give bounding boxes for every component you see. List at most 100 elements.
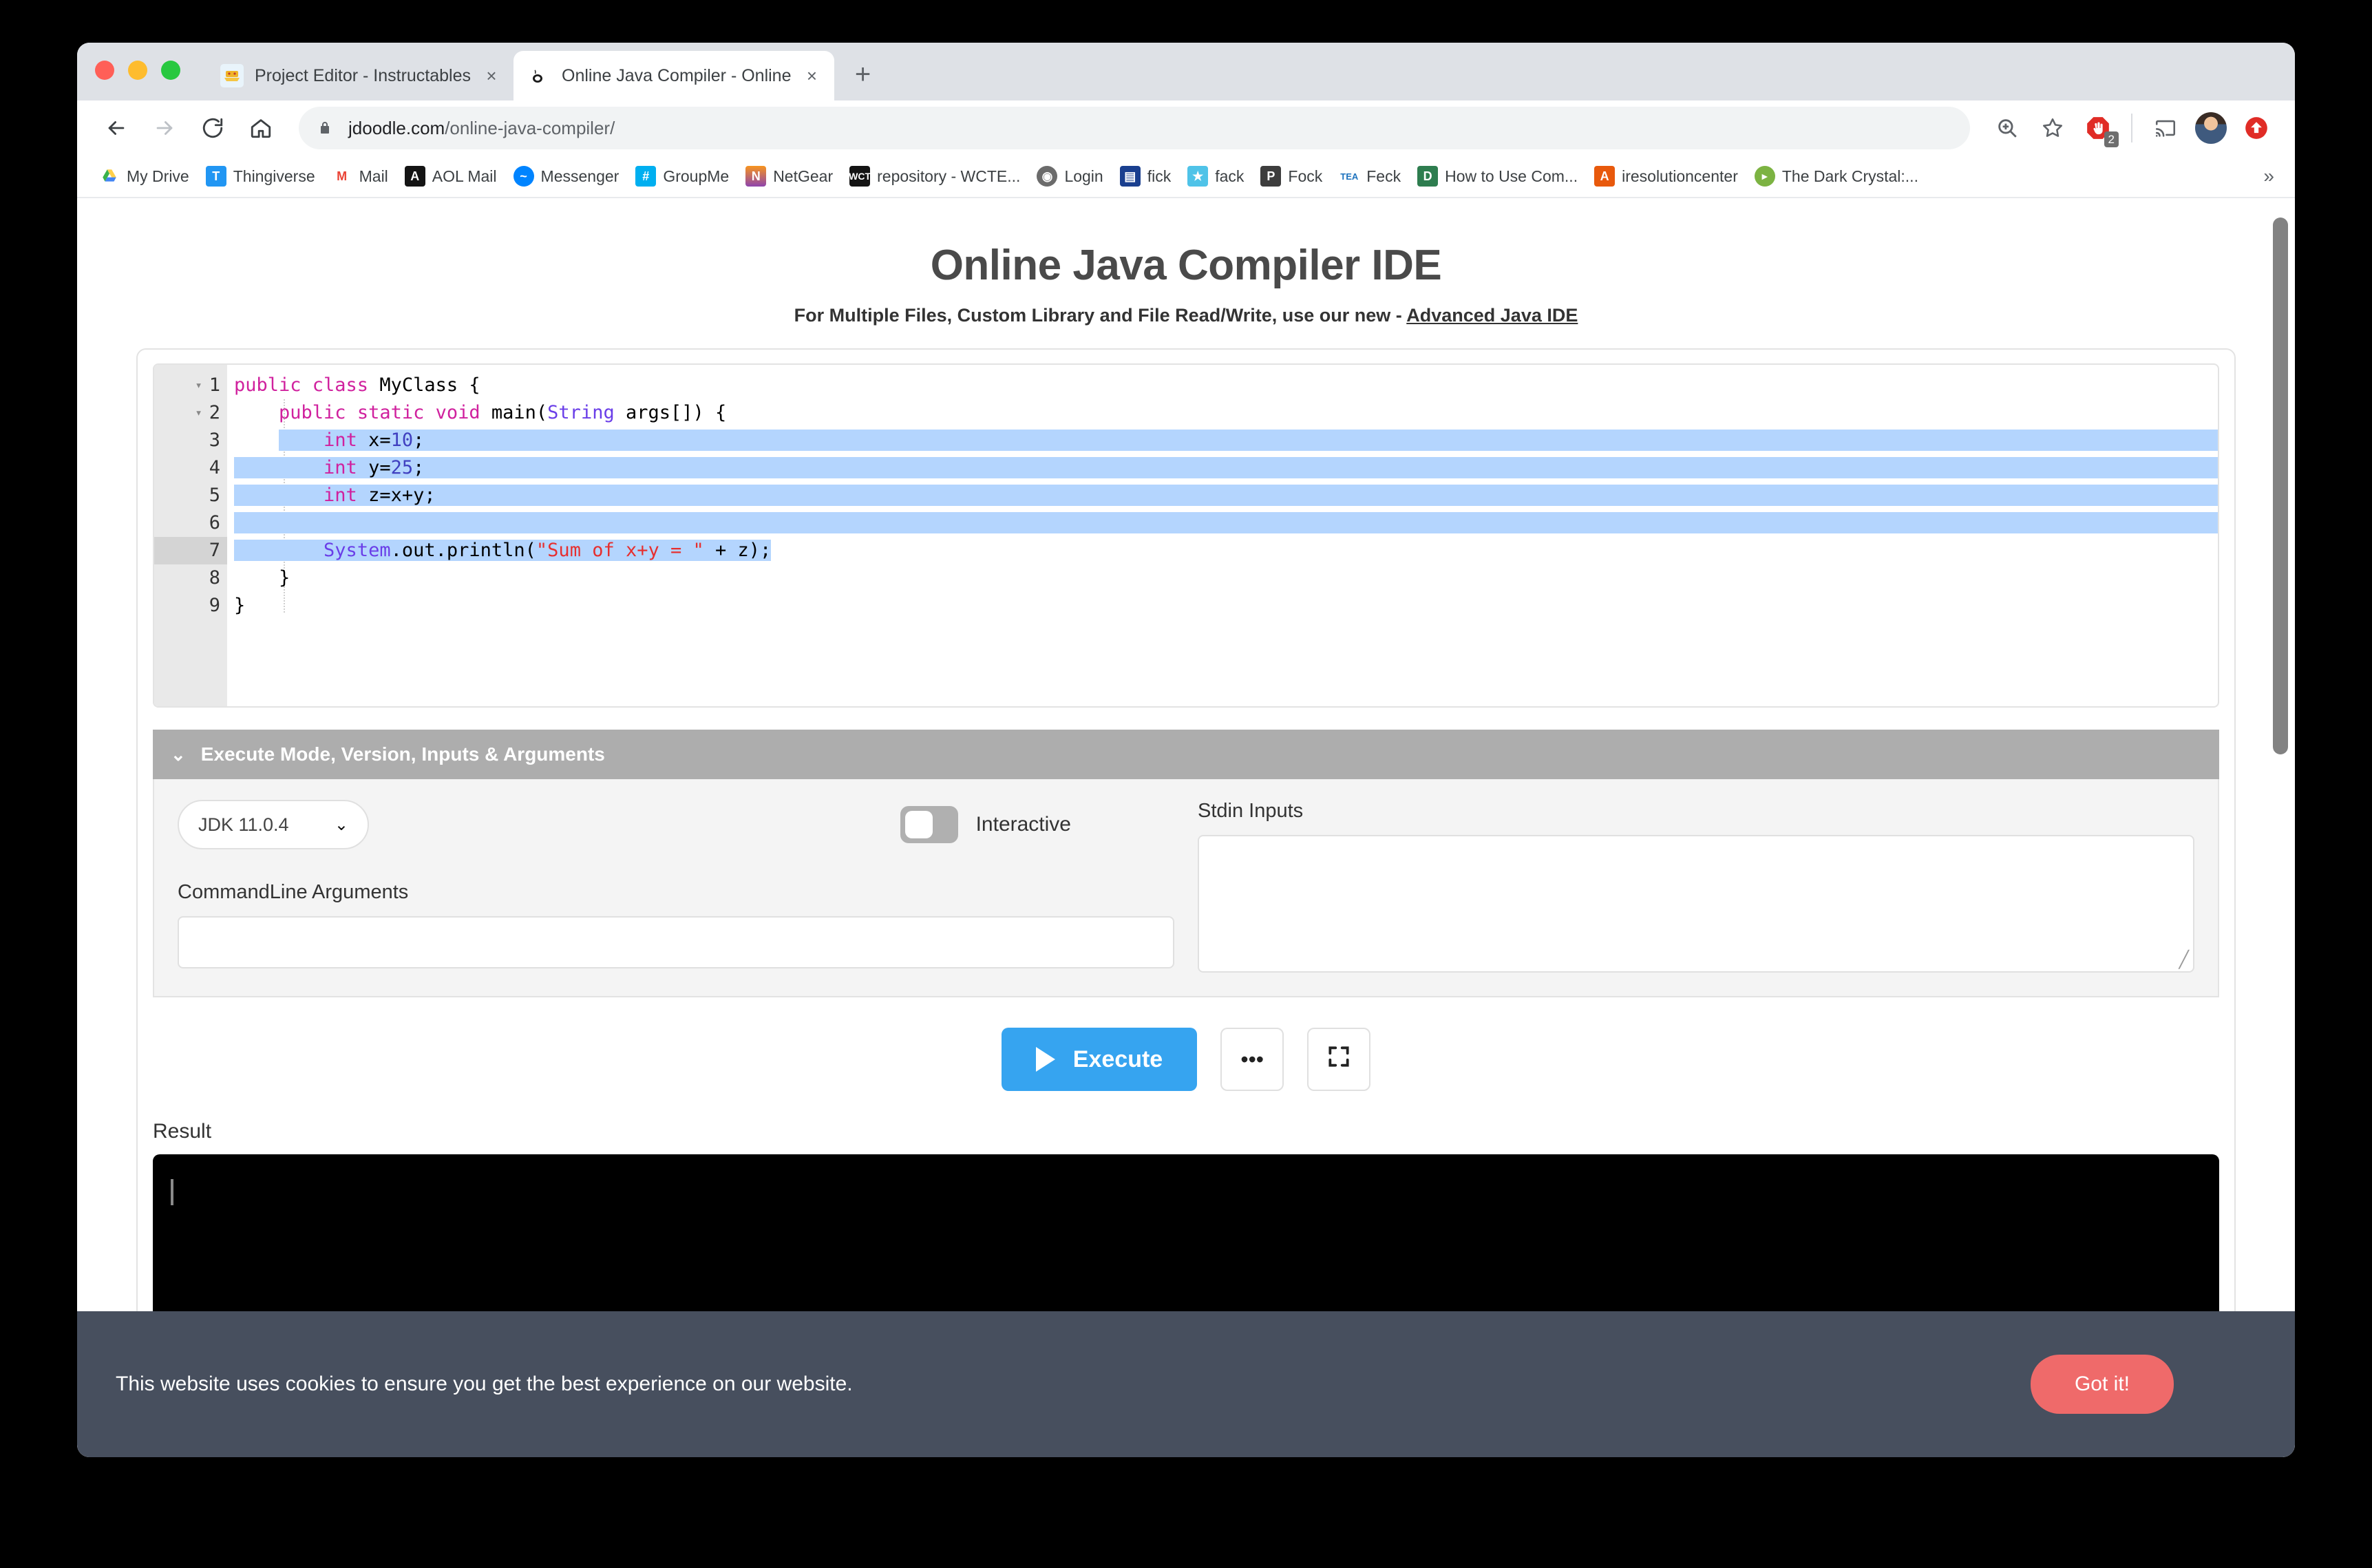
gmail-icon: M (331, 166, 352, 187)
browser-tab-jdoodle[interactable]: Online Java Compiler - Online × (513, 51, 834, 100)
execute-options-left-column: JDK 11.0.4 ⌄ Interactive CommandLine Arg… (178, 800, 1174, 973)
play-icon: ► (1754, 166, 1775, 187)
bookmark-fick[interactable]: ▤ fick (1113, 162, 1178, 191)
bookmark-login[interactable]: ◉ Login (1030, 162, 1110, 191)
line-number[interactable]: ▾6 (154, 509, 227, 537)
line-number-text: 3 (209, 430, 220, 451)
bookmark-feck[interactable]: TEA Feck (1332, 162, 1408, 191)
commandline-arguments-label: CommandLine Arguments (178, 881, 409, 903)
bookmark-star-icon[interactable] (2032, 107, 2073, 149)
chevron-down-icon[interactable]: ⌄ (335, 815, 348, 835)
more-options-button[interactable]: ••• (1220, 1028, 1284, 1091)
bookmark-netgear[interactable]: N NetGear (739, 162, 840, 191)
bookmark-label: Thingiverse (233, 167, 315, 185)
code-editor[interactable]: ▾1 ▾2 ▾3 ▾4 ▾5 ▾6 ▾7 ▾8 ▾9 public class … (153, 363, 2219, 708)
browser-tab-instructables[interactable]: Project Editor - Instructables × (207, 51, 513, 100)
back-button[interactable] (95, 107, 138, 149)
interactive-toggle[interactable] (900, 806, 958, 843)
tea-icon: TEA (1339, 166, 1360, 187)
bookmark-repository-wcte[interactable]: WCT repository - WCTE... (843, 162, 1027, 191)
bookmark-fack[interactable]: ★ fack (1180, 162, 1251, 191)
cookie-accept-button[interactable]: Got it! (2030, 1355, 2174, 1414)
resize-grip-icon[interactable]: ╱ (2179, 952, 2189, 968)
fold-caret-icon[interactable]: ▾ (193, 372, 202, 399)
fold-caret-icon[interactable]: ▾ (193, 399, 202, 427)
jdoodle-coffee-icon (527, 64, 551, 87)
new-tab-button[interactable]: + (844, 55, 882, 94)
bookmark-label: fack (1215, 167, 1245, 185)
bookmark-iresolutioncenter[interactable]: A iresolutioncenter (1587, 162, 1745, 191)
line-number[interactable]: ▾ 2 (154, 399, 227, 427)
line-number[interactable]: ▾9 (154, 592, 227, 619)
adblock-icon[interactable]: 2 (2077, 107, 2119, 149)
page-scrollbar[interactable] (2273, 218, 2288, 754)
tab-title: Project Editor - Instructables (255, 65, 472, 85)
code-text-area[interactable]: public class MyClass { public static voi… (227, 365, 2218, 706)
avatar[interactable] (2190, 107, 2232, 149)
home-button[interactable] (240, 107, 282, 149)
execute-options-right-column: Stdin Inputs ╱ (1198, 800, 2194, 973)
line-number[interactable]: ▾8 (154, 564, 227, 592)
address-bar[interactable]: jdoodle.com/online-java-compiler/ (299, 107, 1970, 149)
bookmark-fock[interactable]: P Fock (1253, 162, 1329, 191)
blue-square-icon: ▤ (1119, 166, 1141, 187)
bookmark-how-to-use-com[interactable]: D How to Use Com... (1410, 162, 1585, 191)
user-avatar-image (2195, 112, 2227, 144)
line-number-text: 9 (209, 595, 220, 616)
bookmark-label: The Dark Crystal:... (1781, 167, 1918, 185)
zoom-in-icon[interactable] (1987, 107, 2028, 149)
close-icon[interactable]: × (480, 65, 502, 87)
result-output[interactable] (153, 1154, 2219, 1333)
tab-strip: Project Editor - Instructables × Online … (77, 43, 2295, 100)
line-number-text: 1 (209, 374, 220, 396)
advanced-java-ide-link[interactable]: Advanced Java IDE (1406, 305, 1578, 326)
code-line-3: int x=10; (227, 427, 2218, 454)
page-content: Online Java Compiler IDE For Multiple Fi… (77, 198, 2295, 1457)
bookmark-mail[interactable]: M Mail (325, 162, 395, 191)
code-line-6 (227, 509, 2218, 537)
execute-button[interactable]: Execute (1001, 1028, 1198, 1091)
close-icon[interactable]: × (801, 65, 823, 87)
bookmark-the-dark-crystal[interactable]: ► The Dark Crystal:... (1748, 162, 1925, 191)
bookmark-label: Mail (359, 167, 388, 185)
minimize-window-button[interactable] (128, 61, 147, 80)
execute-button-label: Execute (1072, 1046, 1163, 1072)
bookmarks-overflow-button[interactable]: » (2258, 165, 2280, 187)
bookmark-thingiverse[interactable]: T Thingiverse (199, 162, 322, 191)
fullscreen-button[interactable] (1307, 1028, 1371, 1091)
code-line-7: System.out.println("Sum of x+y = " + z); (227, 537, 2218, 564)
line-number-text: 2 (209, 402, 220, 423)
bookmark-my-drive[interactable]: My Drive (92, 162, 196, 191)
line-number[interactable]: ▾5 (154, 482, 227, 509)
chevron-down-icon[interactable]: ⌄ (171, 744, 186, 765)
stdin-inputs-textarea[interactable]: ╱ (1198, 835, 2194, 973)
jdk-version-select[interactable]: JDK 11.0.4 ⌄ (178, 800, 369, 849)
bookmark-label: Fock (1288, 167, 1323, 185)
close-window-button[interactable] (95, 61, 114, 80)
bookmark-label: Messenger (540, 167, 620, 185)
bookmark-groupme[interactable]: # GroupMe (628, 162, 736, 191)
execute-mode-accordion-header[interactable]: ⌄ Execute Mode, Version, Inputs & Argume… (153, 730, 2219, 779)
forward-button[interactable] (143, 107, 186, 149)
bookmark-messenger[interactable]: ~ Messenger (507, 162, 626, 191)
fullscreen-icon (1326, 1043, 1352, 1075)
line-number-text: 5 (209, 485, 220, 506)
line-number[interactable]: ▾3 (154, 427, 227, 454)
lock-icon (317, 120, 333, 136)
bookmarks-bar: My Drive T Thingiverse M Mail A AOL Mail… (77, 156, 2295, 198)
cast-icon[interactable] (2145, 107, 2186, 149)
line-number-active[interactable]: ▾7 (154, 537, 227, 564)
netgear-icon: N (745, 166, 767, 187)
maximize-window-button[interactable] (161, 61, 180, 80)
adblock-badge: 2 (2104, 131, 2119, 147)
interactive-toggle-group: Interactive (900, 806, 1071, 843)
line-number[interactable]: ▾4 (154, 454, 227, 482)
line-number[interactable]: ▾ 1 (154, 372, 227, 399)
commandline-arguments-input[interactable] (178, 916, 1174, 968)
bookmark-aol-mail[interactable]: A AOL Mail (398, 162, 504, 191)
upload-icon[interactable] (2236, 107, 2277, 149)
toolbar-icons: 2 (1987, 107, 2277, 149)
groupme-icon: # (635, 166, 657, 187)
version-and-toggle-row: JDK 11.0.4 ⌄ Interactive (178, 800, 1174, 849)
reload-button[interactable] (191, 107, 234, 149)
